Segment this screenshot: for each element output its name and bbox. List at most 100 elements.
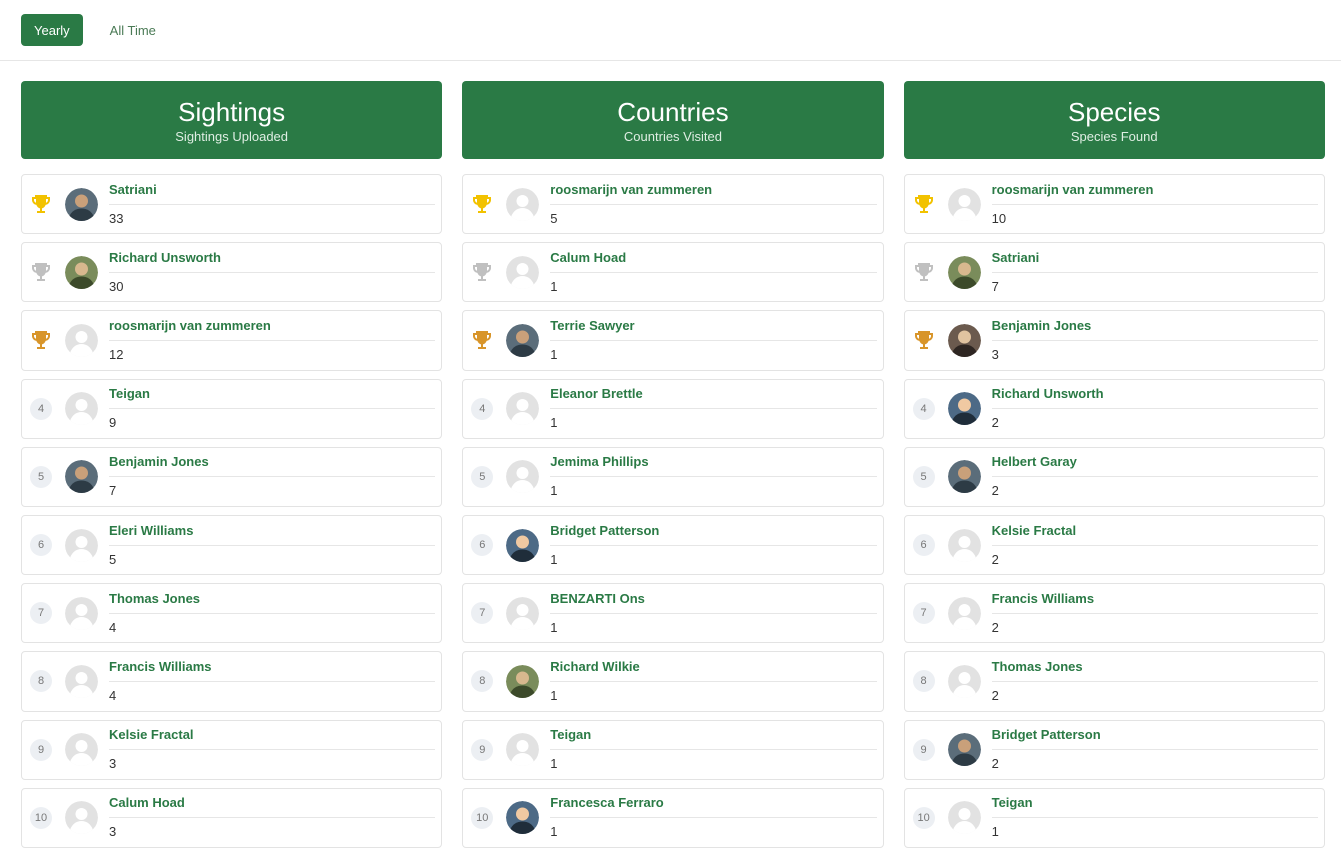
- user-name-link[interactable]: Thomas Jones: [109, 591, 436, 614]
- avatar[interactable]: [506, 801, 540, 835]
- leaderboard-row[interactable]: 6 Eleri Williams 5: [21, 514, 443, 576]
- avatar[interactable]: [947, 392, 981, 426]
- user-name-link[interactable]: Kelsie Fractal: [991, 523, 1318, 546]
- user-name-link[interactable]: Eleri Williams: [109, 523, 436, 546]
- user-name-link[interactable]: Francis Williams: [991, 591, 1318, 614]
- user-name-link[interactable]: Eleanor Brettle: [550, 386, 877, 410]
- leaderboard-row[interactable]: 8 Thomas Jones 2: [903, 651, 1325, 712]
- leaderboard-row[interactable]: 7 BENZARTI Ons 1: [462, 583, 884, 644]
- avatar[interactable]: [947, 733, 981, 767]
- user-name-link[interactable]: Thomas Jones: [991, 659, 1318, 682]
- leaderboard-row[interactable]: Satriani 7: [903, 242, 1325, 303]
- user-name-link[interactable]: BENZARTI Ons: [550, 591, 877, 614]
- user-name-link[interactable]: Bridget Patterson: [550, 523, 877, 546]
- leaderboard-row[interactable]: roosmarijn van zummeren 12: [21, 310, 443, 371]
- avatar[interactable]: [506, 187, 540, 221]
- leaderboard-row[interactable]: roosmarijn van zummeren 5: [462, 174, 884, 235]
- avatar[interactable]: [506, 255, 540, 289]
- avatar[interactable]: [506, 323, 540, 357]
- avatar[interactable]: [947, 187, 981, 221]
- rank-badge: 7: [912, 602, 935, 625]
- user-name-link[interactable]: Richard Wilkie: [550, 659, 877, 682]
- user-name-link[interactable]: Calum Hoad: [109, 795, 436, 819]
- avatar[interactable]: [947, 323, 981, 357]
- leaderboard-row[interactable]: 5 Helbert Garay 2: [903, 446, 1325, 507]
- user-name-link[interactable]: Teigan: [991, 795, 1318, 819]
- avatar[interactable]: [947, 596, 981, 630]
- avatar[interactable]: [65, 664, 98, 698]
- avatar[interactable]: [65, 733, 98, 767]
- leaderboard-row[interactable]: 7 Thomas Jones 4: [21, 583, 443, 644]
- score-value: 2: [991, 756, 999, 772]
- leaderboard-row[interactable]: roosmarijn van zummeren 10: [903, 174, 1325, 235]
- avatar[interactable]: [65, 460, 98, 494]
- avatar[interactable]: [947, 255, 981, 289]
- user-name-link[interactable]: Jemima Phillips: [550, 454, 877, 478]
- user-name-link[interactable]: Benjamin Jones: [109, 454, 436, 478]
- avatar[interactable]: [506, 733, 540, 767]
- leaderboard-row[interactable]: Benjamin Jones 3: [903, 310, 1325, 371]
- user-name-link[interactable]: Benjamin Jones: [991, 318, 1318, 341]
- leaderboard-row[interactable]: 8 Richard Wilkie 1: [462, 651, 884, 712]
- column-sightings: Sightings Sightings Uploaded Satriani 33 R…: [21, 81, 443, 848]
- avatar[interactable]: [65, 528, 98, 562]
- avatar[interactable]: [65, 801, 98, 835]
- leaderboard-row[interactable]: 9 Kelsie Fractal 3: [21, 719, 443, 780]
- leaderboard-row[interactable]: 10 Calum Hoad 3: [21, 787, 443, 848]
- avatar[interactable]: [506, 392, 540, 426]
- score-value: 30: [109, 278, 124, 294]
- leaderboard-row[interactable]: 9 Bridget Patterson 2: [903, 719, 1325, 780]
- user-name-link[interactable]: Helbert Garay: [991, 454, 1318, 478]
- avatar[interactable]: [947, 460, 981, 494]
- user-name-link[interactable]: Richard Unsworth: [109, 250, 436, 273]
- leaderboard-row[interactable]: 5 Jemima Phillips 1: [462, 446, 884, 507]
- column-species: Species Species Found roosmarijn van zum…: [903, 81, 1325, 848]
- leaderboard-row[interactable]: Satriani 33: [21, 174, 443, 235]
- avatar[interactable]: [947, 528, 981, 562]
- leaderboard-row[interactable]: 6 Bridget Patterson 1: [462, 514, 884, 576]
- leaderboard-row[interactable]: 9 Teigan 1: [462, 719, 884, 780]
- leaderboard-row[interactable]: Terrie Sawyer 1: [462, 310, 884, 371]
- user-name-link[interactable]: Teigan: [109, 386, 436, 410]
- user-name-link[interactable]: Kelsie Fractal: [109, 727, 436, 751]
- avatar[interactable]: [65, 323, 98, 357]
- user-name-link[interactable]: roosmarijn van zummeren: [109, 318, 436, 341]
- leaderboard-row[interactable]: 10 Francesca Ferraro 1: [462, 787, 884, 848]
- user-name-link[interactable]: Richard Unsworth: [991, 386, 1318, 410]
- tab-all-time[interactable]: All Time: [97, 14, 169, 46]
- leaderboard-row[interactable]: 4 Richard Unsworth 2: [903, 378, 1325, 439]
- avatar[interactable]: [65, 596, 98, 630]
- column-subtitle: Species Found: [1070, 128, 1158, 144]
- user-name-link[interactable]: roosmarijn van zummeren: [550, 182, 877, 205]
- avatar[interactable]: [65, 392, 98, 426]
- avatar[interactable]: [65, 255, 98, 289]
- leaderboard-row[interactable]: 4 Teigan 9: [21, 378, 443, 439]
- user-name-link[interactable]: Francesca Ferraro: [550, 795, 877, 819]
- user-name-link[interactable]: roosmarijn van zummeren: [991, 182, 1318, 205]
- leaderboard-row[interactable]: Calum Hoad 1: [462, 242, 884, 303]
- avatar[interactable]: [65, 187, 98, 221]
- leaderboard-row[interactable]: 6 Kelsie Fractal 2: [903, 514, 1325, 576]
- avatar[interactable]: [947, 664, 981, 698]
- avatar[interactable]: [947, 801, 981, 835]
- leaderboard-row[interactable]: Richard Unsworth 30: [21, 242, 443, 303]
- column-header: Species Species Found: [903, 81, 1325, 159]
- user-name-link[interactable]: Teigan: [550, 727, 877, 751]
- avatar[interactable]: [506, 664, 540, 698]
- tab-yearly[interactable]: Yearly: [21, 14, 83, 46]
- leaderboard-row[interactable]: 5 Benjamin Jones 7: [21, 446, 443, 507]
- user-name-link[interactable]: Satriani: [991, 250, 1318, 273]
- user-name-link[interactable]: Calum Hoad: [550, 250, 877, 273]
- avatar[interactable]: [506, 596, 540, 630]
- user-name-link[interactable]: Terrie Sawyer: [550, 318, 877, 341]
- avatar[interactable]: [506, 528, 540, 562]
- leaderboard-row[interactable]: 8 Francis Williams 4: [21, 651, 443, 712]
- leaderboard-row[interactable]: 7 Francis Williams 2: [903, 583, 1325, 644]
- user-name-link[interactable]: Satriani: [109, 182, 436, 205]
- score-value: 5: [550, 210, 558, 226]
- leaderboard-row[interactable]: 4 Eleanor Brettle 1: [462, 378, 884, 439]
- user-name-link[interactable]: Francis Williams: [109, 659, 436, 682]
- avatar[interactable]: [506, 460, 540, 494]
- leaderboard-row[interactable]: 10 Teigan 1: [903, 787, 1325, 848]
- user-name-link[interactable]: Bridget Patterson: [991, 727, 1318, 751]
